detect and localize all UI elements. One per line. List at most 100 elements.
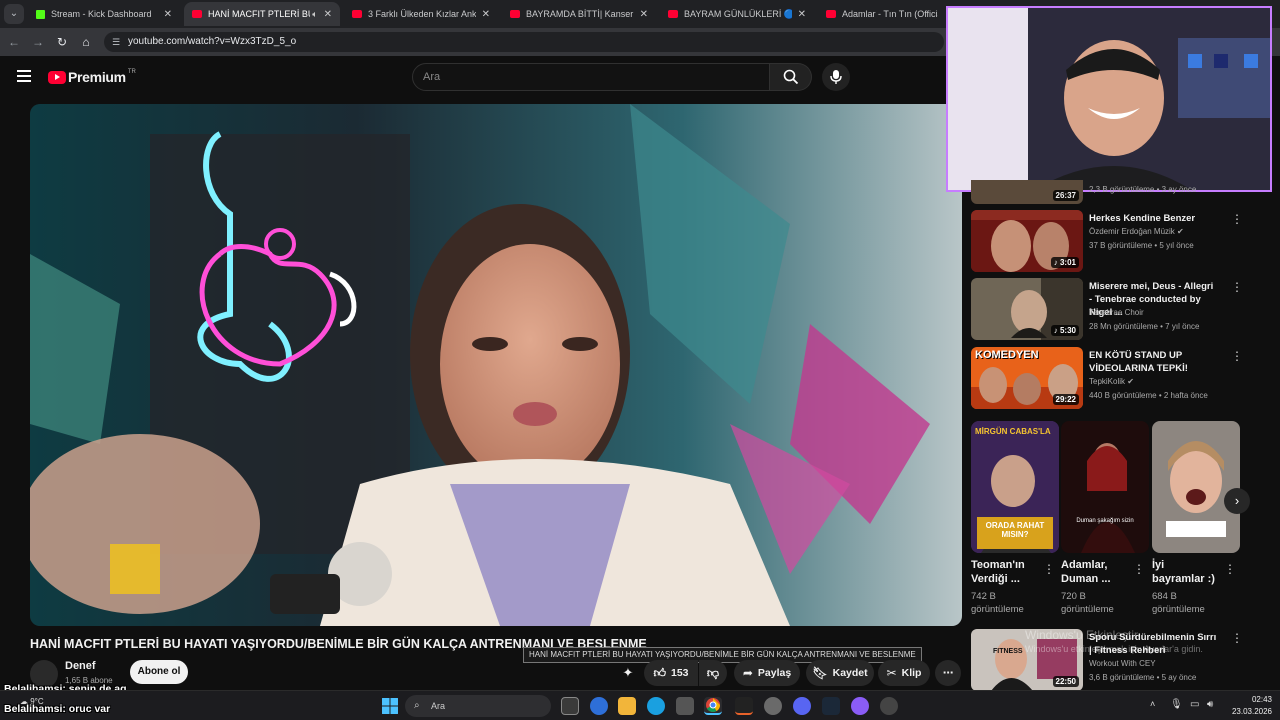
channel-name[interactable]: TepkiKolik ✔ [1089,377,1134,386]
discord-icon[interactable] [793,697,811,715]
bookmark-icon: 🔖︎ [812,666,828,680]
tab-kick-dashboard[interactable]: Stream - Kick Dashboard ✕ [28,2,180,26]
obs-icon[interactable] [880,697,898,715]
close-tab-icon[interactable]: ✕ [798,9,806,20]
short-thumbnail[interactable]: Duman şakağım sizin [1061,421,1149,553]
store-icon[interactable] [676,697,694,715]
tab-video-4[interactable]: BAYRAM GÜNLÜKLERİ 🔵 (go t ✕ [660,2,814,26]
short-title[interactable]: Adamlar, Duman ... [1061,558,1127,586]
forward-arrow-icon[interactable]: → [30,34,46,50]
close-tab-icon[interactable]: ✕ [164,9,172,20]
speaker-icon[interactable]: 🔈︎ [312,9,317,20]
youtube-favicon-icon [510,10,520,18]
menu-hamburger-icon[interactable] [17,70,31,82]
microphone-icon[interactable]: 🎙︎ [1170,699,1183,710]
windows-taskbar: ☁ 9°C ⌕ Ara ˄ 🎙︎ ▭ 🔊︎ 02:43 23.03.2026 [0,690,1280,720]
channel-name[interactable]: Özdemir Erdoğan Müzik ✔ [1089,227,1184,236]
chrome-icon[interactable] [704,697,722,715]
settings-gear-icon[interactable] [764,697,782,715]
channel-name[interactable]: Denef [65,660,96,672]
more-horizontal-icon: ⋯ [942,667,954,679]
more-options-icon[interactable]: ⋮ [1231,280,1243,294]
scissors-icon: ✂ [886,666,897,680]
short-thumbnail[interactable] [1152,421,1240,553]
edge-browser-icon[interactable] [647,697,665,715]
video-player[interactable] [30,104,962,626]
thumbs-up-icon: 👍︎ [653,665,666,680]
channel-name[interactable]: Workout With CEY [1089,659,1156,668]
search-icon: ⌕ [414,700,420,711]
home-icon[interactable]: ⌂ [78,34,94,50]
next-shorts-chevron-icon[interactable]: › [1224,488,1250,514]
video-meta: 3,6 B görüntüleme • 5 ay önce [1089,673,1197,682]
video-thumbnail[interactable]: ♪ 3:01 [971,210,1083,272]
widgets-icon[interactable] [590,697,608,715]
related-video-item[interactable]: ♪ 5:30 Miserere mei, Deus - Allegri - Te… [971,278,1243,342]
site-info-icon[interactable]: ☰ [112,37,122,47]
like-button[interactable]: 👍︎ 153 [644,660,698,686]
share-button[interactable]: ➦ Paylaş [734,660,800,686]
more-options-icon[interactable]: ⋮ [1231,349,1243,363]
channel-name[interactable]: Tenebrae Choir [1089,308,1144,317]
taskbar-clock[interactable]: 02:43 23.03.2026 [1222,694,1272,718]
file-explorer-icon[interactable] [618,697,636,715]
youtube-premium-logo[interactable]: Premium TR [48,69,136,85]
related-video-item[interactable]: ♪ 3:01 Herkes Kendine Benzer Özdemir Erd… [971,210,1243,274]
streamer-webcam [946,6,1272,192]
tab-video-5[interactable]: Adamlar - Tın Tın (Official Au [818,2,946,26]
reload-icon[interactable]: ↻ [54,34,70,50]
short-thumbnail-art [1152,421,1240,553]
short-title[interactable]: Teoman'ın Verdiği ... [971,558,1037,586]
duration-badge: 22:50 [1052,676,1079,687]
youtube-favicon-icon [826,10,836,18]
clip-button[interactable]: ✂ Klip [878,660,930,686]
network-icon[interactable]: ▭ [1190,699,1199,710]
short-top-caption: MİRGÜN CABAS'LA [975,427,1051,436]
subscribe-button[interactable]: Abone ol [130,660,188,684]
short-bottom-caption: ORADA RAHAT MISIN? [985,521,1045,539]
sparkle-icon: ✦ [622,665,634,680]
volume-icon[interactable]: 🔊︎ [1207,699,1213,710]
close-tab-icon[interactable]: ✕ [482,9,490,20]
short-thumbnail[interactable]: MİRGÜN CABAS'LA ORADA RAHAT MISIN? [971,421,1059,553]
more-options-icon[interactable]: ⋮ [1231,631,1243,645]
related-video-item[interactable]: KOMEDYEN 29:22 EN KÖTÜ STAND UP VİDEOLAR… [971,347,1243,411]
svg-text:FITNESS: FITNESS [993,648,1023,655]
tab-video-2[interactable]: 3 Farklı Ülkeden Kızlar Ankara' ✕ [344,2,498,26]
task-view-icon[interactable] [561,697,579,715]
taskbar-search-input[interactable]: ⌕ Ara [405,695,551,717]
app-icon[interactable] [851,697,869,715]
video-thumbnail[interactable]: KOMEDYEN 29:22 [971,347,1083,409]
url-input[interactable]: ☰ youtube.com/watch?v=Wzx3TzD_5_o [104,32,944,52]
close-tab-icon[interactable]: ✕ [324,9,332,20]
tab-current-video[interactable]: HANİ MACFIT PTLERİ BU Ha 🔈︎ ✕ [184,2,340,26]
more-actions-button[interactable]: ⋯ [935,660,961,686]
search-input[interactable]: Ara [412,63,770,91]
duration-badge: 26:37 [1052,190,1079,201]
steam-icon[interactable] [822,697,840,715]
more-options-icon[interactable]: ⋮ [1133,562,1145,576]
close-tab-icon[interactable]: ✕ [640,9,648,20]
tab-video-3[interactable]: BAYRAMDA BİTTİ| Kanser oldu ✕ [502,2,656,26]
more-options-icon[interactable]: ⋮ [1231,212,1243,226]
back-arrow-icon[interactable]: ← [6,34,22,50]
youtube-header: Premium TR Ara [0,56,940,100]
windows-start-icon[interactable] [381,697,399,715]
chat-message: Belalihamsi: oruc var [4,703,111,715]
chevron-up-icon[interactable]: ˄ [1150,699,1155,709]
video-title[interactable]: Herkes Kendine Benzer [1089,212,1219,225]
dislike-button[interactable]: 👎︎ [699,660,727,686]
kick-favicon-icon [36,9,45,19]
tab-search-chevron-icon[interactable]: ⌄ [4,4,24,24]
video-title[interactable]: EN KÖTÜ STAND UP VİDEOLARINA TEPKİ! [1089,349,1219,375]
partial-thumbnail[interactable]: 26:37 [971,180,1083,204]
app-icon[interactable] [735,697,753,715]
save-button[interactable]: 🔖︎ Kaydet [806,660,874,686]
search-button[interactable] [770,63,812,91]
more-options-icon[interactable]: ⋮ [1043,562,1055,576]
voice-search-button[interactable] [822,63,850,91]
more-options-icon[interactable]: ⋮ [1224,562,1236,576]
video-thumbnail[interactable]: ♪ 5:30 [971,278,1083,340]
short-title[interactable]: İyi bayramlar :) [1152,558,1218,586]
ask-ai-button[interactable]: ✦ [616,660,640,686]
